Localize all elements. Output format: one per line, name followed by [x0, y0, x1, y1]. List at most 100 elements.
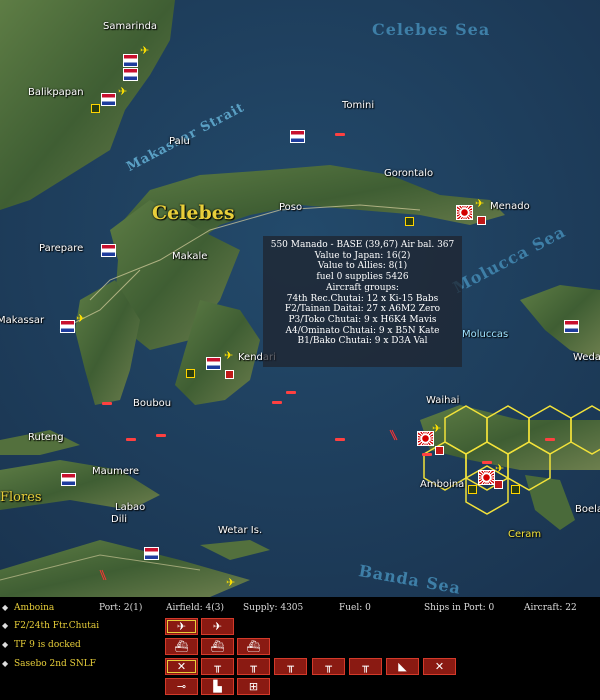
place-labao: Labao: [115, 502, 146, 513]
place-moluccas: Moluccas: [462, 329, 509, 340]
unit-name[interactable]: Sasebo 2nd SNLF: [14, 659, 96, 669]
enemy-unit-marker[interactable]: [494, 480, 503, 489]
allied-base-flag[interactable]: [123, 54, 138, 67]
rifle-icon[interactable]: ⊸: [165, 678, 198, 695]
hq-icon[interactable]: ╥: [201, 658, 234, 675]
task-force-icon[interactable]: [272, 401, 282, 404]
airfield-stat: Airfield: 4(3): [166, 603, 225, 613]
task-force-icon[interactable]: [335, 438, 345, 441]
building-icon[interactable]: ╥: [349, 658, 382, 675]
base-name[interactable]: Amboina: [14, 603, 54, 613]
tooltip-line: A4/Ominato Chutai: 9 x B5N Kate: [285, 325, 440, 336]
task-force-icon[interactable]: [482, 461, 492, 464]
task-force-icon[interactable]: [335, 133, 345, 136]
unit-row[interactable]: ◆ TF 9 is docked: [0, 638, 160, 652]
air-unit-icon[interactable]: ✈: [140, 45, 149, 56]
tanker-icon[interactable]: ⛴: [237, 638, 270, 655]
unit-name[interactable]: F2/24th Ftr.Chutai: [14, 621, 99, 631]
tooltip-line: 550 Manado - BASE (39,67) Air bal. 367: [270, 240, 455, 250]
place-tomini: Tomini: [342, 100, 375, 111]
enemy-unit-marker[interactable]: [225, 370, 234, 379]
allied-base-flag[interactable]: [101, 93, 116, 106]
airfield-marker[interactable]: [468, 485, 477, 494]
tooltip-line: Value to Japan: 16(2): [314, 250, 411, 261]
task-force-icon[interactable]: [102, 402, 112, 405]
task-force-icon[interactable]: [126, 438, 136, 441]
place-amboina: Amboina: [420, 479, 465, 490]
air-unit-icon[interactable]: ✈: [495, 463, 504, 474]
bullet-icon: ◆: [2, 659, 9, 668]
celebes-sea-label: Celebes Sea: [372, 20, 491, 39]
allied-base-flag[interactable]: [290, 130, 305, 143]
place-gorontalo: Gorontalo: [384, 168, 434, 179]
allied-base-flag[interactable]: [206, 357, 221, 370]
infantry-icon[interactable]: ✕: [165, 658, 198, 675]
factory-icon[interactable]: ▙: [201, 678, 234, 695]
artillery-icon[interactable]: ◣: [386, 658, 419, 675]
airfield-marker[interactable]: [186, 369, 195, 378]
allied-base-flag[interactable]: [144, 547, 159, 560]
bullet-icon: ◆: [2, 603, 9, 612]
base-info-panel: ◆ Amboina Port: 2(1) Airfield: 4(3) Supp…: [0, 597, 600, 700]
bomber-icon[interactable]: ✈: [201, 618, 234, 635]
enemy-unit-marker[interactable]: [477, 216, 486, 225]
place-flores: Flores: [0, 490, 42, 505]
allied-base-flag[interactable]: [101, 244, 116, 257]
tooltip-line: Value to Allies: 8(1): [317, 261, 408, 272]
place-weda: Weda: [573, 352, 600, 363]
place-poso: Poso: [279, 202, 303, 213]
japanese-base-flag[interactable]: [456, 205, 473, 220]
unit-row[interactable]: ◆ F2/24th Ftr.Chutai: [0, 619, 160, 633]
unit-name[interactable]: TF 9 is docked: [14, 640, 81, 650]
place-dili: Dili: [111, 514, 128, 525]
place-makale: Makale: [172, 251, 208, 262]
ships-in-port-stat: Ships in Port: 0: [424, 603, 495, 613]
warship-icon[interactable]: ⛴: [165, 638, 198, 655]
bullet-icon: ◆: [2, 640, 9, 649]
building-icon[interactable]: ╥: [274, 658, 307, 675]
place-maumere: Maumere: [92, 466, 140, 477]
place-boubou: Boubou: [133, 398, 172, 409]
building-icon[interactable]: ╥: [237, 658, 270, 675]
airfield-marker[interactable]: [511, 485, 520, 494]
place-waihai: Waihai: [426, 395, 460, 406]
air-unit-icon[interactable]: ✈: [224, 350, 233, 361]
bullet-icon: ◆: [2, 621, 9, 630]
repair-icon[interactable]: ⊞: [237, 678, 270, 695]
allied-base-flag[interactable]: [61, 473, 76, 486]
tooltip-line: 74th Rec.Chutai: 12 x Ki-15 Babs: [286, 293, 439, 304]
allied-base-flag[interactable]: [564, 320, 579, 333]
airfield-marker[interactable]: [405, 217, 414, 226]
task-force-icon[interactable]: [545, 438, 555, 441]
unit-row[interactable]: ◆ Sasebo 2nd SNLF: [0, 657, 160, 671]
air-unit-icon[interactable]: ✈: [226, 577, 235, 588]
place-balikpapan: Balikpapan: [28, 87, 84, 98]
allied-base-flag[interactable]: [123, 68, 138, 81]
task-force-icon[interactable]: [156, 434, 166, 437]
place-ceram: Ceram: [508, 529, 542, 540]
air-unit-icon[interactable]: ✈: [475, 198, 484, 209]
place-palu: Palu: [169, 136, 190, 147]
celebes-region-label: Celebes: [152, 202, 235, 224]
place-wetar: Wetar Is.: [218, 525, 263, 536]
aircraft-stat: Aircraft: 22: [524, 603, 577, 613]
task-force-icon[interactable]: [286, 391, 296, 394]
infantry-icon[interactable]: ✕: [423, 658, 456, 675]
air-unit-icon[interactable]: ✈: [76, 313, 85, 324]
place-samarinda: Samarinda: [103, 21, 158, 32]
fuel-stat: Fuel: 0: [339, 603, 371, 613]
cargo-ship-icon[interactable]: ⛴: [201, 638, 234, 655]
tooltip-line: F2/Tainan Daitai: 27 x A6M2 Zero: [284, 304, 441, 315]
fighter-icon[interactable]: ✈: [165, 618, 198, 635]
place-makassar: Makassar: [0, 315, 45, 326]
air-unit-icon[interactable]: ✈: [432, 423, 441, 434]
building-icon[interactable]: ╥: [312, 658, 345, 675]
air-unit-icon[interactable]: ✈: [118, 86, 127, 97]
enemy-unit-marker[interactable]: [435, 446, 444, 455]
japanese-base-flag[interactable]: [478, 470, 495, 485]
allied-base-flag[interactable]: [60, 320, 75, 333]
place-parepare: Parepare: [39, 243, 84, 254]
task-force-icon[interactable]: [422, 453, 432, 456]
strategic-map[interactable]: Celebes Sea Molucca Sea Banda Sea Makass…: [0, 0, 600, 597]
airfield-marker[interactable]: [91, 104, 100, 113]
